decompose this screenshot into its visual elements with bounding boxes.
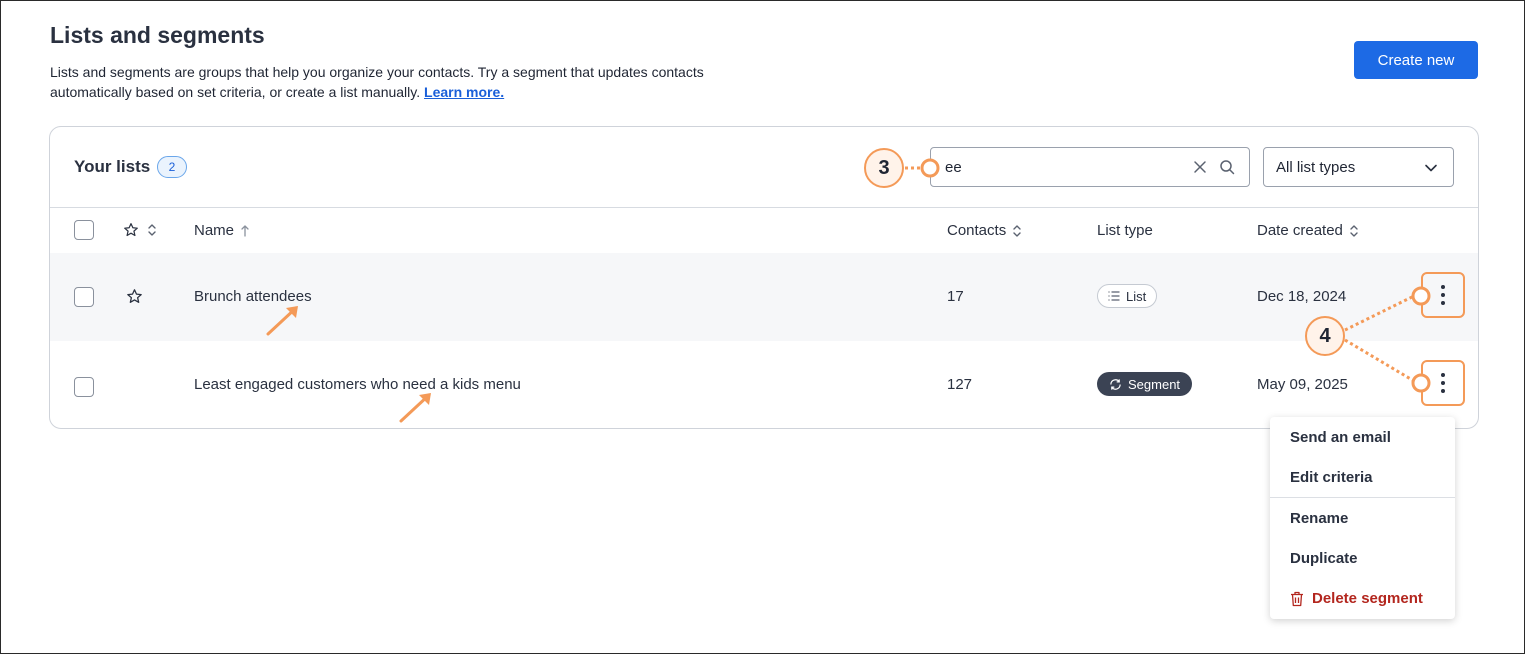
sort-asc-icon [241,224,249,237]
menu-edit-criteria[interactable]: Edit criteria [1290,469,1373,486]
page-title: Lists and segments [50,22,265,48]
row-contacts: 127 [947,376,973,393]
description-text: Lists and segments are groups that help … [50,64,704,100]
row-contacts: 17 [947,288,964,305]
learn-more-link[interactable]: Learn more. [424,84,504,100]
menu-send-email[interactable]: Send an email [1290,429,1391,446]
card-header: Your lists 2 ee All list types [50,127,1478,208]
menu-divider [1270,497,1455,498]
table-row[interactable]: Brunch attendees 17 List Dec 18, 2024 [50,253,1478,341]
row-date: May 09, 2025 [1257,376,1348,393]
search-value[interactable]: ee [945,159,962,176]
column-date-created[interactable]: Date created [1257,222,1359,239]
kebab-icon [1441,283,1445,307]
list-count-badge: 2 [157,156,187,178]
refresh-icon [1110,378,1121,390]
row-actions-kebab[interactable] [1421,360,1465,406]
create-new-button[interactable]: Create new [1354,41,1478,79]
lists-card: Your lists 2 ee All list types Name Cont… [49,126,1479,429]
list-icon [1108,291,1120,301]
row-name[interactable]: Least engaged customers who need a kids … [194,376,521,393]
sort-icon[interactable] [147,223,157,237]
segment-type-badge: Segment [1097,372,1193,396]
table-row[interactable]: Least engaged customers who need a kids … [50,341,1478,428]
chevron-down-icon [1425,164,1437,172]
row-name[interactable]: Brunch attendees [194,288,312,305]
segment-type-label: Segment [1128,376,1181,392]
card-title: Your lists [74,157,151,176]
column-name[interactable]: Name [194,222,250,239]
column-contacts[interactable]: Contacts [947,222,1022,239]
trash-icon [1291,591,1303,606]
star-icon[interactable] [123,222,139,238]
menu-rename[interactable]: Rename [1290,510,1348,527]
column-name-label: Name [194,222,235,239]
list-type-select[interactable]: All list types [1263,147,1454,187]
search-icon[interactable] [1219,159,1235,175]
select-all-checkbox[interactable] [74,220,94,240]
column-date-label: Date created [1257,222,1343,239]
row-checkbox[interactable] [74,377,94,397]
menu-duplicate[interactable]: Duplicate [1290,550,1358,567]
column-contacts-label: Contacts [947,222,1007,239]
list-type-label: List [1126,288,1147,304]
column-list-type: List type [1097,222,1153,239]
menu-delete-segment[interactable]: Delete segment [1290,590,1423,607]
table-header: Name Contacts List type Date created [50,208,1478,253]
list-type-value: All list types [1276,159,1356,176]
page-description: Lists and segments are groups that help … [50,62,710,102]
sort-icon [1013,224,1021,237]
callout-step-4: 4 [1305,316,1345,356]
delete-label: Delete segment [1312,590,1423,607]
row-actions-kebab[interactable] [1421,272,1465,318]
row-date: Dec 18, 2024 [1257,288,1347,305]
row-checkbox[interactable] [74,287,94,307]
list-type-badge: List [1097,284,1158,308]
search-input[interactable]: ee [930,147,1250,187]
sort-icon [1350,224,1358,237]
clear-icon[interactable] [1193,160,1207,174]
column-list-type-label: List type [1097,222,1153,239]
star-icon[interactable] [126,288,143,305]
callout-step-3: 3 [864,148,904,188]
actions-menu: Send an email Edit criteria Rename Dupli… [1270,417,1455,619]
kebab-icon [1441,371,1445,395]
